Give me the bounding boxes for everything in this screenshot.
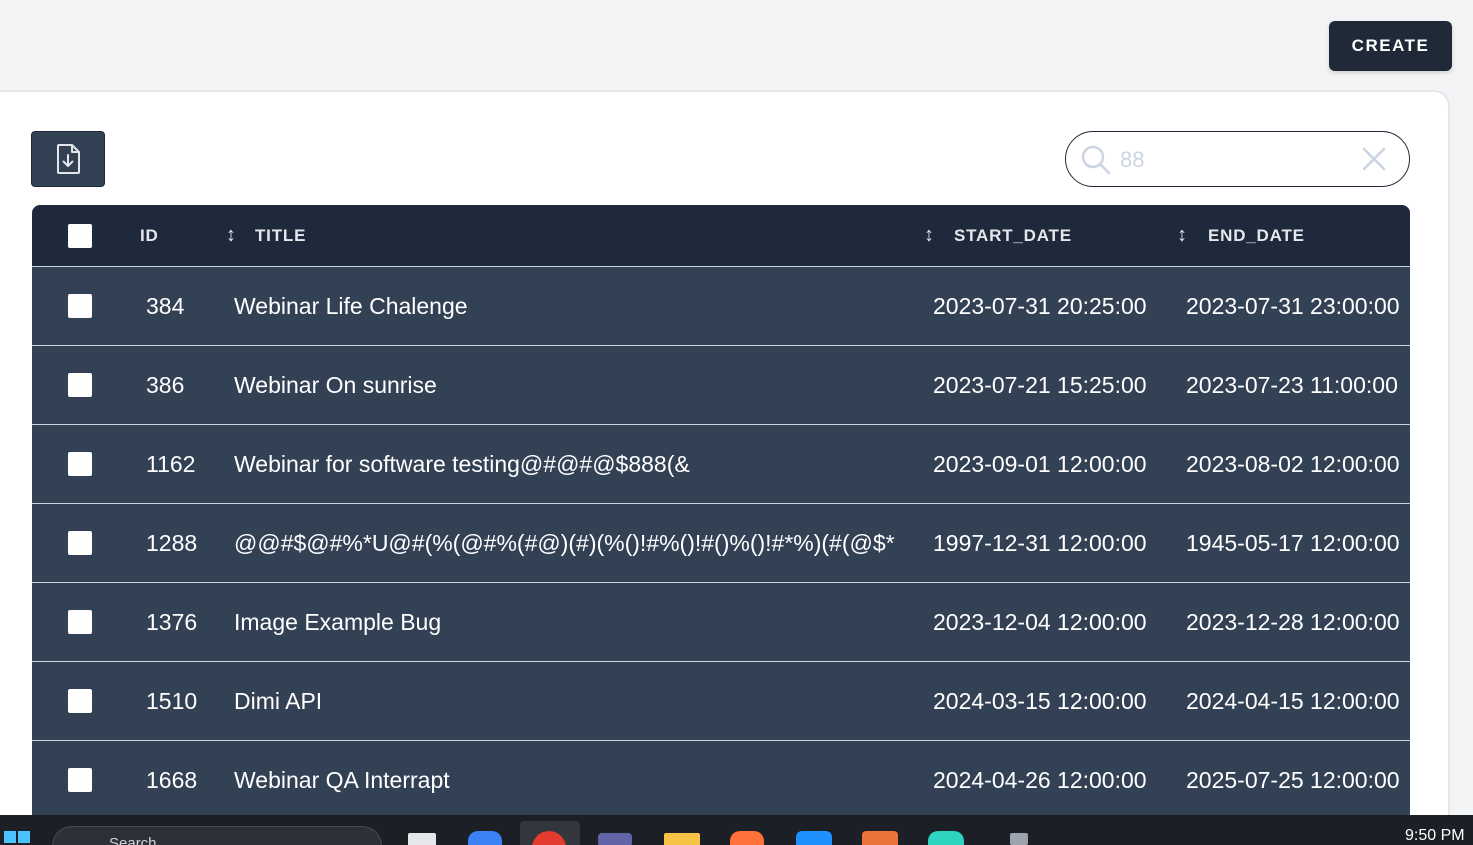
row-checkbox-cell xyxy=(68,741,92,819)
table-row[interactable]: 1376 Image Example Bug 2023-12-04 12:00:… xyxy=(32,582,1410,661)
cell-title: Webinar Life Chalenge xyxy=(234,292,468,319)
cell-id: 1510 xyxy=(146,687,198,714)
row-checkbox[interactable] xyxy=(68,373,92,397)
cell-id: 1668 xyxy=(146,766,198,793)
column-header-title[interactable]: TITLE xyxy=(255,205,306,266)
cell-title: @@#$@#%*U@#(%(@#%(#@)(#)(%()!#%()!#()%()… xyxy=(234,529,895,556)
events-table: ID ↕ TITLE ↕ START_DATE ↕ END_DATE 384 W… xyxy=(32,205,1410,819)
app-icon[interactable] xyxy=(1010,833,1028,845)
cell-id: 1376 xyxy=(146,608,198,635)
cell-start-date: 2023-07-21 15:25:00 xyxy=(933,371,1147,398)
row-checkbox[interactable] xyxy=(68,531,92,555)
row-checkbox-cell xyxy=(68,504,92,582)
table-row[interactable]: 1288 @@#$@#%*U@#(%(@#%(#@)(#)(%()!#%()!#… xyxy=(32,503,1410,582)
taskbar-clock[interactable]: 9:50 PM xyxy=(1405,827,1465,845)
cell-end-date: 2023-12-28 12:00:00 xyxy=(1186,608,1400,635)
select-all-checkbox-cell xyxy=(68,205,92,266)
table-row[interactable]: 1510 Dimi API 2024-03-15 12:00:00 2024-0… xyxy=(32,661,1410,740)
cell-title: Webinar QA Interrapt xyxy=(234,766,450,793)
cell-end-date: 2024-04-15 12:00:00 xyxy=(1186,687,1400,714)
search-box[interactable]: 88 xyxy=(1065,131,1410,187)
firefox-icon[interactable] xyxy=(730,831,764,845)
cell-title: Dimi API xyxy=(234,687,323,714)
windows-start-icon[interactable] xyxy=(0,815,34,845)
cell-end-date: 2025-07-25 12:00:00 xyxy=(1186,766,1400,793)
sort-end-date-icon[interactable]: ↕ xyxy=(1177,205,1188,266)
cell-id: 1162 xyxy=(146,450,196,477)
row-checkbox[interactable] xyxy=(68,294,92,318)
cell-title: Image Example Bug xyxy=(234,608,442,635)
cell-title: Webinar for software testing@#@#@$888(& xyxy=(234,450,690,477)
taskbar-search[interactable]: Search xyxy=(52,826,382,845)
cell-start-date: 2023-12-04 12:00:00 xyxy=(933,608,1147,635)
select-all-checkbox[interactable] xyxy=(68,223,92,248)
column-header-start-date[interactable]: START_DATE xyxy=(954,205,1072,266)
sort-title-icon[interactable]: ↕ xyxy=(226,205,237,266)
row-checkbox-cell xyxy=(68,583,92,661)
app-icon[interactable] xyxy=(862,831,898,845)
cell-id: 1288 xyxy=(146,529,198,556)
cell-start-date: 2024-04-26 12:00:00 xyxy=(933,766,1147,793)
page: CREATE 88 ID ↕ TITLE ↕ START_DATE ↕ END_… xyxy=(0,0,1473,845)
cell-end-date: 2023-07-23 11:00:00 xyxy=(1186,371,1398,398)
search-icon xyxy=(1081,145,1111,175)
cell-start-date: 2024-03-15 12:00:00 xyxy=(933,687,1147,714)
cell-id: 384 xyxy=(146,292,185,319)
row-checkbox[interactable] xyxy=(68,768,92,792)
file-download-icon xyxy=(57,144,80,174)
cell-start-date: 2023-07-31 20:25:00 xyxy=(933,292,1147,319)
table-row[interactable]: 384 Webinar Life Chalenge 2023-07-31 20:… xyxy=(32,266,1410,345)
taskbar: Search 9:50 PM xyxy=(0,815,1473,845)
teams-icon[interactable] xyxy=(598,833,632,845)
cell-id: 386 xyxy=(146,371,185,398)
sort-start-date-icon[interactable]: ↕ xyxy=(924,205,935,266)
table-row[interactable]: 1162 Webinar for software testing@#@#@$8… xyxy=(32,424,1410,503)
row-checkbox[interactable] xyxy=(68,689,92,713)
row-checkbox[interactable] xyxy=(68,452,92,476)
edge-icon[interactable] xyxy=(468,831,502,845)
column-header-id[interactable]: ID xyxy=(140,205,159,266)
table-header: ID ↕ TITLE ↕ START_DATE ↕ END_DATE xyxy=(32,205,1410,266)
cell-end-date: 2023-08-02 12:00:00 xyxy=(1186,450,1400,477)
file-explorer-icon[interactable] xyxy=(664,833,700,845)
column-header-end-date[interactable]: END_DATE xyxy=(1208,205,1305,266)
row-checkbox-cell xyxy=(68,425,92,503)
close-icon[interactable] xyxy=(1362,147,1386,171)
table-row[interactable]: 1668 Webinar QA Interrapt 2024-04-26 12:… xyxy=(32,740,1410,819)
cell-title: Webinar On sunrise xyxy=(234,371,437,398)
create-button[interactable]: CREATE xyxy=(1329,21,1452,71)
cell-end-date: 2023-07-31 23:00:00 xyxy=(1186,292,1400,319)
search-input[interactable]: 88 xyxy=(1120,144,1350,176)
row-checkbox[interactable] xyxy=(68,610,92,634)
cell-start-date: 1997-12-31 12:00:00 xyxy=(933,529,1147,556)
row-checkbox-cell xyxy=(68,267,92,345)
row-checkbox-cell xyxy=(68,346,92,424)
taskbar-search-label: Search xyxy=(109,835,157,845)
export-button[interactable] xyxy=(31,131,105,187)
app-icon[interactable] xyxy=(928,831,964,845)
task-view-icon[interactable] xyxy=(408,833,436,845)
row-checkbox-cell xyxy=(68,662,92,740)
table-row[interactable]: 386 Webinar On sunrise 2023-07-21 15:25:… xyxy=(32,345,1410,424)
messaging-app-icon[interactable] xyxy=(796,831,832,845)
cell-start-date: 2023-09-01 12:00:00 xyxy=(933,450,1147,477)
cell-end-date: 1945-05-17 12:00:00 xyxy=(1186,529,1400,556)
